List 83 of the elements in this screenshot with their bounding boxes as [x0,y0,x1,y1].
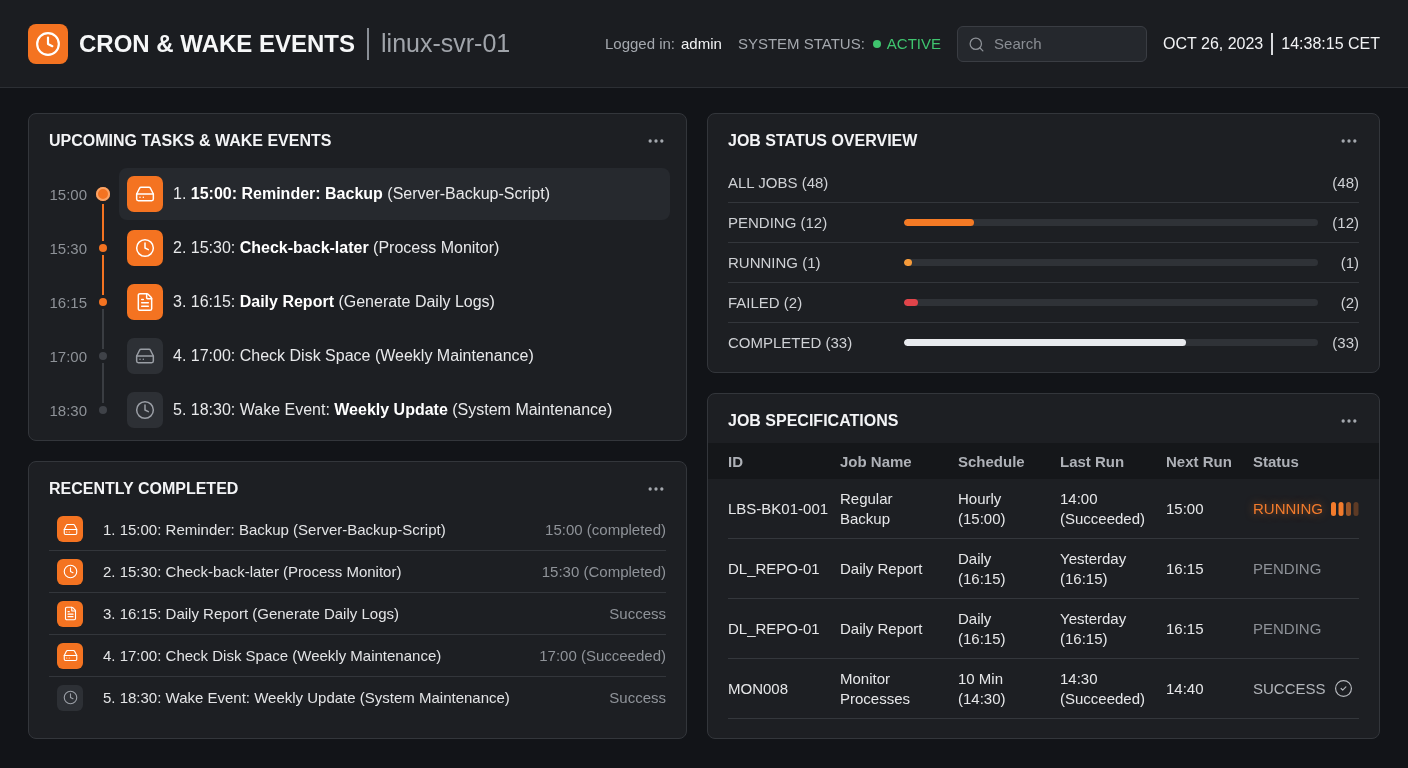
time-label: 17:00 [49,347,87,365]
completion-status: 17:00 (Succeeded) [539,647,666,664]
job-status: PENDING [1253,620,1322,637]
column-header: Job Name [840,452,913,470]
job-status: PENDING [1253,560,1322,577]
status-count: (12) [1331,214,1359,231]
table-cell-text: 14:00 (Succeeded) [1060,488,1147,529]
column-header: ID [728,452,744,470]
task-row[interactable]: 3. 16:15: Daily Report (Generate Daily Logs) [119,275,670,329]
status-count: (33) [1331,334,1359,351]
column-header: Schedule [958,452,1026,470]
username: admin [681,35,722,52]
table-cell-text: MON008 [728,678,790,699]
table-cell-text: 16:15 [1166,558,1205,579]
status-count: (48) [1331,173,1359,191]
time-label: 15:30 [49,239,87,257]
panel-title: RECENTLY COMPLETED [49,479,239,499]
task-row[interactable]: 4. 17:00: Check Disk Space (Weekly Maintenance) [119,329,670,383]
table-cell-text: DL_REPO-01 [728,618,821,639]
task-text: 4. 17:00: Check Disk Space (Weekly Maintenance) [173,347,534,365]
time-label: 18:30 [49,401,87,419]
status-label: PENDING (12) [728,214,829,231]
table-cell-text: 16:15 [1166,618,1205,639]
status-dot-icon [872,39,881,48]
table-cell-text: LBS-BK01-001 [728,498,830,519]
column-header: Next Run [1166,452,1233,470]
task-row[interactable]: 1. 15:00: Reminder: Backup (Server-Backup-Script) [119,168,670,220]
app-title: CRON & WAKE EVENTS [79,29,356,58]
table-cell-text: 14:40 [1166,678,1205,699]
task-text: 2. 15:30: Check-back-later (Process Monitor) [103,563,403,580]
time-label: 15:00 [49,185,87,203]
search-icon [968,35,986,53]
job-status: SUCCESS [1253,680,1326,697]
panel-title: UPCOMING TASKS & WAKE EVENTS [49,131,332,151]
table-cell-text: Daily (16:15) [958,548,1007,589]
status-label: COMPLETED (33) [728,334,854,351]
table-cell-text: DL_REPO-01 [728,558,821,579]
task-text: 1. 15:00: Reminder: Backup (Server-Backup-Script) [173,185,550,203]
time-label: 16:15 [49,293,87,311]
status-count: (1) [1339,254,1359,271]
table-cell-text: 14:30 (Succeeded) [1060,668,1147,709]
status-count: (2) [1339,294,1359,311]
table-cell-text: Yesterday (16:15) [1060,548,1128,589]
status-label: FAILED (2) [728,294,804,311]
completion-status: Success [609,605,666,622]
table-cell-text: Daily (16:15) [958,608,1007,649]
system-status-value: ACTIVE [886,35,942,52]
table-cell-text: Daily Report [840,558,924,579]
check-circle-icon [1333,679,1353,698]
task-text: 1. 15:00: Reminder: Backup (Server-Backup-Script) [103,520,447,538]
host-name: linux-svr-01 [381,29,511,58]
logged-in-label: Logged in: [604,35,676,52]
completion-status: 15:00 (completed) [545,520,666,538]
task-text: 2. 15:30: Check-back-later (Process Monitor) [173,239,500,257]
table-cell-text: Monitor Processes [840,668,912,709]
table-cell-text: Yesterday (16:15) [1060,608,1128,649]
task-row[interactable]: 5. 18:30: Wake Event: Weekly Update (System Maintenance) [119,383,670,437]
completion-status: Success [609,689,666,706]
status-label: RUNNING (1) [728,254,822,271]
table-cell-text: Daily Report [840,618,924,639]
table-cell-text: 10 Min (14:30) [958,668,1007,709]
completion-status: 15:30 (Completed) [541,563,666,580]
task-text: 5. 18:30: Wake Event: Weekly Update (System Maintenance) [173,401,613,419]
column-header: Status [1253,452,1300,470]
system-status-label: SYSTEM STATUS: [737,35,865,52]
job-status: RUNNING [1253,500,1323,517]
time-text: 14:38:15 CET [1281,34,1380,53]
panel-title: JOB STATUS OVERVIEW [728,131,918,151]
task-text: 5. 18:30: Wake Event: Weekly Update (System Maintenance) [103,689,511,706]
activity-bars-icon [1331,500,1359,517]
table-cell-text: Regular Backup [840,488,894,529]
clock-icon [28,23,68,64]
task-row[interactable]: 2. 15:30: Check-back-later (Process Monitor) [119,221,670,275]
panel-title: JOB SPECIFICATIONS [728,411,899,431]
task-text: 3. 16:15: Daily Report (Generate Daily Logs) [103,605,400,622]
column-header: Last Run [1060,452,1126,470]
search-field[interactable]: Search [957,25,1148,62]
date-text: OCT 26, 2023 [1163,34,1264,53]
task-text: 4. 17:00: Check Disk Space (Weekly Maintenance) [103,647,443,664]
status-label: ALL JOBS (48) [728,173,830,191]
task-text: 3. 16:15: Daily Report (Generate Daily Logs) [173,293,495,311]
table-cell-text: Hourly (15:00) [958,488,1007,529]
table-cell-text: 15:00 [1166,498,1205,519]
